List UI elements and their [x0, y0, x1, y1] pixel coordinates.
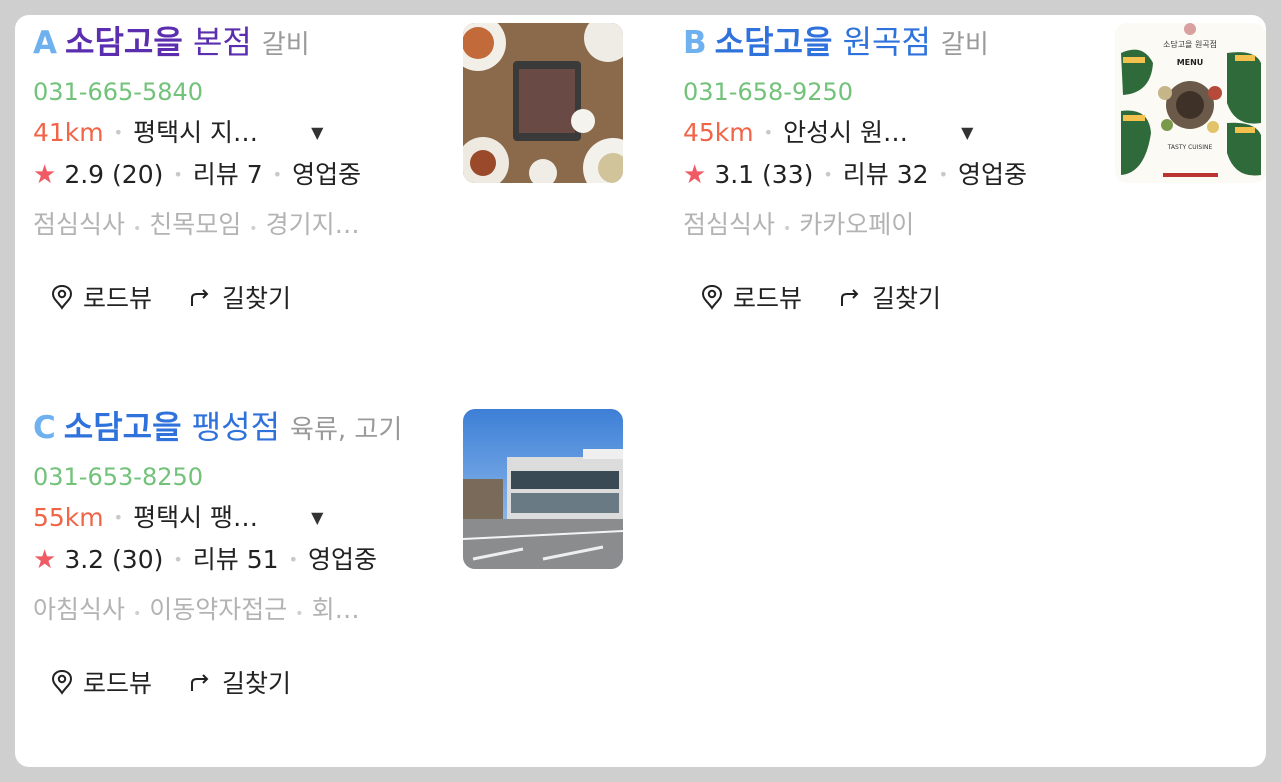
- roadview-icon: [701, 284, 723, 310]
- separator-dot: •: [288, 550, 298, 569]
- open-status: 영업중: [308, 545, 378, 574]
- separator-dot: •: [272, 165, 283, 184]
- separator-dot: •: [113, 123, 124, 142]
- distance: 45km: [683, 118, 754, 147]
- address[interactable]: 안성시 원…: [783, 115, 933, 151]
- menu-flyer: 소담고을 원곡점 MENU TASTY CUISINE: [1115, 23, 1266, 183]
- result-thumbnail-menu[interactable]: 소담고을 원곡점 MENU TASTY CUISINE: [1115, 23, 1266, 183]
- turn-arrow-icon: [841, 289, 859, 306]
- rating-count: (30): [112, 545, 164, 574]
- rating-value: 2.9: [64, 160, 105, 189]
- caret-down-icon[interactable]: ▼: [311, 500, 323, 536]
- action-bar: 로드뷰 길찾기: [701, 279, 1273, 315]
- roadview-icon: [51, 284, 73, 310]
- flyer-menu-label: MENU: [1177, 58, 1204, 67]
- directions-button[interactable]: 길찾기: [188, 279, 291, 315]
- turn-arrow-icon: [191, 674, 209, 691]
- separator-dot: •: [173, 165, 183, 184]
- roadview-button[interactable]: 로드뷰: [701, 279, 802, 315]
- branch-name[interactable]: 원곡점: [843, 23, 931, 61]
- review-count[interactable]: 리뷰 7: [193, 157, 263, 193]
- rating-value: 3.2: [64, 545, 105, 574]
- caret-down-icon[interactable]: ▼: [311, 115, 323, 151]
- action-bar: 로드뷰 길찾기: [51, 279, 623, 315]
- directions-label: 길찾기: [872, 284, 942, 313]
- address[interactable]: 평택시 팽…: [133, 500, 283, 536]
- result-marker: C: [33, 410, 56, 446]
- branch-name[interactable]: 팽성점: [192, 408, 280, 446]
- roadview-button[interactable]: 로드뷰: [51, 664, 152, 700]
- tag: 친목모임: [149, 210, 242, 239]
- flyer-caption: TASTY CUISINE: [1167, 144, 1213, 151]
- tag: 회…: [311, 595, 360, 624]
- separator-dot: •: [938, 165, 948, 184]
- tag-list: 점심식사 • 친목모임 • 경기지…: [33, 210, 360, 239]
- result-marker: A: [33, 25, 57, 61]
- rating-count: (33): [762, 160, 814, 189]
- brand-name[interactable]: 소담고을: [65, 23, 183, 61]
- category: 갈비: [261, 30, 310, 60]
- brand-name[interactable]: 소담고을: [64, 408, 182, 446]
- open-status: 영업중: [958, 160, 1028, 189]
- address[interactable]: 평택시 지…: [133, 115, 283, 151]
- separator-dot: •: [173, 550, 183, 569]
- star-icon: ★: [33, 545, 57, 575]
- tag: 경기지…: [265, 210, 360, 239]
- result-thumbnail-building[interactable]: [463, 409, 623, 569]
- tag: 점심식사: [33, 210, 126, 239]
- roadview-icon: [51, 669, 73, 695]
- tag: 아침식사: [33, 595, 126, 624]
- branch-name[interactable]: 본점: [193, 23, 252, 61]
- flyer-title: 소담고을 원곡점: [1163, 39, 1217, 49]
- action-bar: 로드뷰 길찾기: [51, 664, 623, 700]
- directions-button[interactable]: 길찾기: [838, 279, 941, 315]
- tag-list: 아침식사 • 이동약자접근 • 회…: [33, 595, 360, 624]
- building-photo: [463, 409, 623, 569]
- bbq-photo: [463, 23, 623, 183]
- review-count[interactable]: 리뷰 51: [193, 542, 279, 578]
- tag-list: 점심식사 • 카카오페이: [683, 210, 915, 239]
- rating-value: 3.1: [714, 160, 755, 189]
- search-results-panel: A 소담고을 본점 갈비 031-665-5840 41km • 평택시 지… ▼ …: [15, 15, 1266, 767]
- brand-name[interactable]: 소담고을: [715, 23, 833, 61]
- tag: 이동약자접근: [149, 595, 288, 624]
- caret-down-icon[interactable]: ▼: [961, 115, 973, 151]
- distance: 41km: [33, 118, 104, 147]
- roadview-label: 로드뷰: [733, 284, 803, 313]
- category: 갈비: [940, 30, 989, 60]
- distance: 55km: [33, 503, 104, 532]
- category: 육류, 고기: [290, 415, 403, 445]
- roadview-label: 로드뷰: [83, 284, 153, 313]
- directions-label: 길찾기: [222, 284, 292, 313]
- separator-dot: •: [823, 165, 833, 184]
- tag: 점심식사: [683, 210, 776, 239]
- roadview-button[interactable]: 로드뷰: [51, 279, 152, 315]
- separator-dot: •: [113, 508, 124, 527]
- rating-count: (20): [112, 160, 164, 189]
- separator-dot: •: [763, 123, 774, 142]
- directions-button[interactable]: 길찾기: [188, 664, 291, 700]
- result-title[interactable]: C 소담고을 팽성점 육류, 고기: [33, 405, 413, 452]
- star-icon: ★: [683, 160, 707, 190]
- result-marker: B: [683, 25, 707, 61]
- result-thumbnail-food[interactable]: [463, 23, 623, 183]
- review-count[interactable]: 리뷰 32: [843, 157, 929, 193]
- roadview-label: 로드뷰: [83, 669, 153, 698]
- directions-label: 길찾기: [222, 669, 292, 698]
- tag: 카카오페이: [799, 210, 915, 239]
- open-status: 영업중: [292, 160, 362, 189]
- star-icon: ★: [33, 160, 57, 190]
- turn-arrow-icon: [191, 289, 209, 306]
